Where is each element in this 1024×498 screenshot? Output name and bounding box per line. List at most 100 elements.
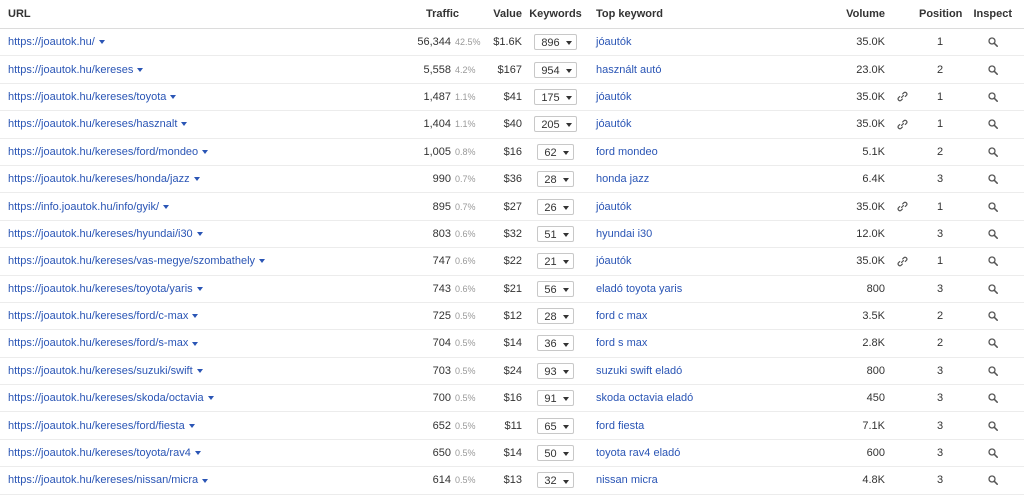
keywords-dropdown[interactable]: 175 — [534, 88, 577, 105]
keywords-dropdown[interactable]: 65 — [537, 417, 574, 434]
url-link[interactable]: https://joautok.hu/kereses/nissan/micra — [8, 474, 198, 486]
url-link[interactable]: https://joautok.hu/ — [8, 36, 95, 48]
url-link[interactable]: https://joautok.hu/kereses/ford/s-max — [8, 337, 188, 349]
keywords-dropdown[interactable]: 21 — [537, 253, 574, 270]
url-dropdown-caret-icon[interactable] — [194, 451, 201, 456]
keywords-dropdown[interactable]: 28 — [537, 308, 574, 325]
top-keyword-link[interactable]: ford mondeo — [596, 146, 658, 158]
url-link[interactable]: https://info.joautok.hu/info/gyik/ — [8, 201, 159, 213]
url-dropdown-caret-icon[interactable] — [181, 122, 188, 127]
inspect-search-icon[interactable] — [961, 256, 1024, 267]
header-keywords[interactable]: Keywords — [524, 0, 587, 29]
url-dropdown-caret-icon[interactable] — [202, 478, 209, 483]
keywords-dropdown[interactable]: 50 — [537, 445, 574, 462]
url-dropdown-caret-icon[interactable] — [98, 40, 105, 45]
inspect-search-icon[interactable] — [961, 64, 1024, 75]
keywords-dropdown[interactable]: 51 — [537, 225, 574, 242]
url-link[interactable]: https://joautok.hu/kereses/skoda/octavia — [8, 392, 204, 404]
top-keyword-link[interactable]: jóautók — [596, 91, 631, 103]
header-value[interactable]: Value — [485, 0, 524, 29]
top-keyword-link[interactable]: toyota rav4 eladó — [596, 447, 680, 459]
top-keyword-link[interactable]: hyundai i30 — [596, 228, 652, 240]
header-position[interactable]: Position — [919, 0, 962, 29]
inspect-search-icon[interactable] — [961, 174, 1024, 185]
url-dropdown-caret-icon[interactable] — [163, 204, 170, 209]
inspect-search-icon[interactable] — [961, 229, 1024, 239]
top-keyword-link[interactable]: használt autó — [596, 64, 661, 76]
top-keyword-link[interactable]: eladó toyota yaris — [596, 283, 682, 295]
top-keyword-link[interactable]: jóautók — [596, 36, 631, 48]
inspect-search-icon[interactable] — [961, 147, 1024, 157]
top-keyword-link[interactable]: jóautók — [596, 201, 631, 213]
url-link[interactable]: https://joautok.hu/kereses/toyota/rav4 — [8, 447, 191, 459]
header-volume[interactable]: Volume — [787, 0, 885, 29]
header-traffic[interactable]: Traffic — [385, 0, 485, 29]
keywords-dropdown[interactable]: 26 — [537, 198, 574, 215]
inspect-search-icon[interactable] — [961, 393, 1024, 404]
top-keyword-link[interactable]: ford s max — [596, 337, 647, 349]
inspect-search-icon[interactable] — [961, 475, 1024, 486]
url-dropdown-caret-icon[interactable] — [170, 95, 177, 100]
top-keyword-link[interactable]: jóautók — [596, 118, 631, 130]
keywords-dropdown[interactable]: 36 — [537, 335, 574, 352]
url-link[interactable]: https://joautok.hu/kereses/hasznalt — [8, 118, 177, 130]
top-keyword-link[interactable]: ford fiesta — [596, 420, 644, 432]
volume-cell: 35.0K — [787, 28, 885, 57]
inspect-search-icon[interactable] — [961, 37, 1024, 48]
url-dropdown-caret-icon[interactable] — [196, 286, 203, 291]
keywords-dropdown[interactable]: 91 — [537, 390, 574, 407]
url-dropdown-caret-icon[interactable] — [196, 232, 203, 237]
url-dropdown-caret-icon[interactable] — [193, 177, 200, 182]
keywords-dropdown[interactable]: 56 — [537, 280, 574, 297]
inspect-search-icon[interactable] — [961, 448, 1024, 458]
url-link[interactable]: https://joautok.hu/kereses/ford/mondeo — [8, 146, 198, 158]
url-link[interactable]: https://joautok.hu/kereses — [8, 64, 133, 76]
top-keyword-link[interactable]: nissan micra — [596, 474, 658, 486]
traffic-percent: 0.7% — [455, 201, 476, 212]
top-keyword-link[interactable]: suzuki swift eladó — [596, 365, 682, 377]
inspect-cell — [961, 439, 1024, 468]
link-cell — [885, 302, 919, 331]
inspect-search-icon[interactable] — [961, 201, 1024, 212]
url-dropdown-caret-icon[interactable] — [259, 259, 266, 264]
keywords-dropdown[interactable]: 896 — [534, 34, 577, 51]
keywords-dropdown[interactable]: 62 — [537, 143, 574, 160]
url-link[interactable]: https://joautok.hu/kereses/honda/jazz — [8, 173, 190, 185]
top-keyword-link[interactable]: skoda octavia eladó — [596, 392, 693, 404]
inspect-search-icon[interactable] — [961, 338, 1024, 349]
url-dropdown-caret-icon[interactable] — [207, 396, 214, 401]
url-dropdown-caret-icon[interactable] — [196, 368, 203, 373]
url-dropdown-caret-icon[interactable] — [188, 423, 195, 428]
inspect-search-icon[interactable] — [961, 119, 1024, 130]
keywords-dropdown[interactable]: 32 — [537, 472, 574, 489]
header-top-keyword[interactable]: Top keyword — [587, 0, 787, 29]
url-dropdown-caret-icon[interactable] — [192, 314, 199, 319]
top-keyword-cell: jóautók — [587, 83, 787, 112]
url-dropdown-caret-icon[interactable] — [202, 149, 209, 154]
url-link[interactable]: https://joautok.hu/kereses/hyundai/i30 — [8, 228, 193, 240]
header-url[interactable]: URL — [0, 0, 385, 29]
keywords-count: 896 — [541, 37, 560, 50]
inspect-search-icon[interactable] — [961, 366, 1024, 376]
url-link[interactable]: https://joautok.hu/kereses/suzuki/swift — [8, 365, 193, 377]
keywords-dropdown[interactable]: 28 — [537, 171, 574, 188]
url-link[interactable]: https://joautok.hu/kereses/ford/c-max — [8, 310, 188, 322]
keywords-dropdown[interactable]: 93 — [537, 362, 574, 379]
keywords-cell: 62 — [524, 138, 587, 166]
keywords-dropdown[interactable]: 205 — [534, 116, 577, 133]
url-dropdown-caret-icon[interactable] — [137, 67, 144, 72]
top-keyword-link[interactable]: jóautók — [596, 255, 631, 267]
inspect-search-icon[interactable] — [961, 284, 1024, 294]
url-link[interactable]: https://joautok.hu/kereses/toyota/yaris — [8, 283, 193, 295]
url-dropdown-caret-icon[interactable] — [192, 341, 199, 346]
top-keyword-link[interactable]: honda jazz — [596, 173, 649, 185]
inspect-search-icon[interactable] — [961, 311, 1024, 322]
url-link[interactable]: https://joautok.hu/kereses/ford/fiesta — [8, 420, 185, 432]
top-keyword-link[interactable]: ford c max — [596, 310, 647, 322]
volume-value: 35.0K — [856, 36, 885, 49]
keywords-dropdown[interactable]: 954 — [534, 61, 577, 78]
inspect-search-icon[interactable] — [961, 421, 1024, 431]
inspect-search-icon[interactable] — [961, 92, 1024, 102]
url-link[interactable]: https://joautok.hu/kereses/vas-megye/szo… — [8, 255, 255, 267]
url-link[interactable]: https://joautok.hu/kereses/toyota — [8, 91, 166, 103]
